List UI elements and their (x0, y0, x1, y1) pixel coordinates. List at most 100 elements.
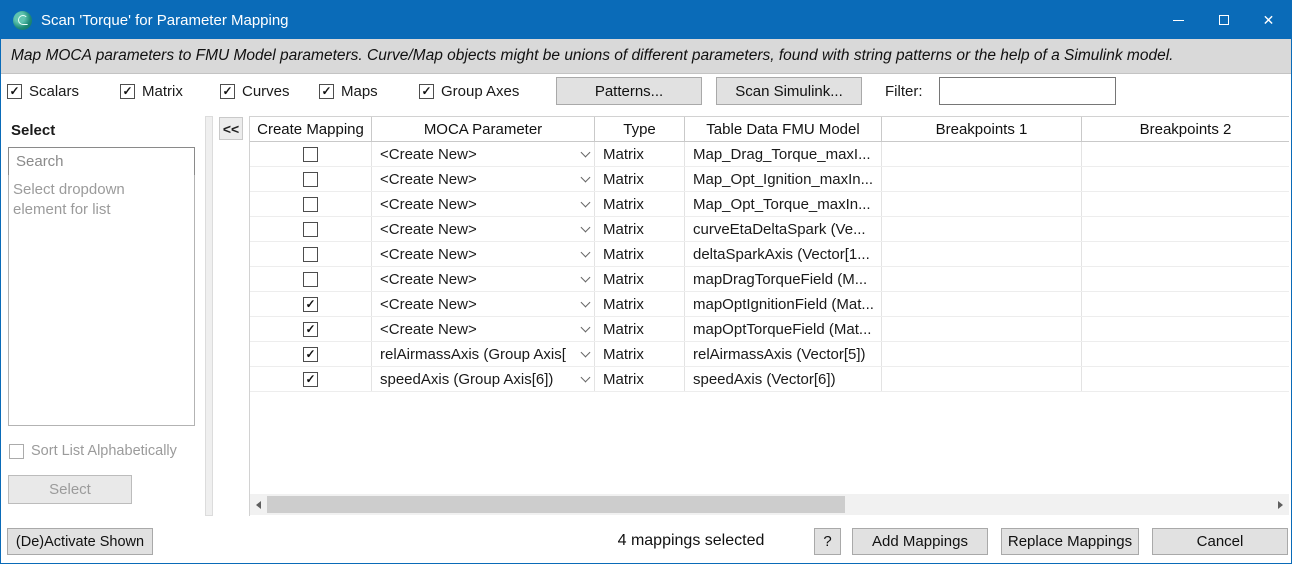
dropdown-chevron-icon[interactable] (581, 298, 591, 308)
maximize-button[interactable] (1201, 1, 1246, 39)
dropdown-chevron-icon[interactable] (581, 273, 591, 283)
moca-parameter-dropdown[interactable]: speedAxis (Group Axis[6]) (372, 367, 595, 391)
table-row: relAirmassAxis (Group Axis[ Matrix relAi… (250, 342, 1289, 367)
breakpoints1-cell[interactable] (882, 217, 1082, 241)
breakpoints1-cell[interactable] (882, 242, 1082, 266)
create-mapping-checkbox[interactable] (303, 147, 318, 162)
group-axes-checkbox[interactable] (419, 84, 434, 99)
breakpoints2-cell[interactable] (1082, 342, 1289, 366)
filter-input[interactable] (939, 77, 1116, 105)
dropdown-chevron-icon[interactable] (581, 348, 591, 358)
select-list[interactable]: Select dropdown element for list (8, 175, 195, 426)
create-mapping-checkbox[interactable] (303, 272, 318, 287)
moca-parameter-dropdown[interactable]: <Create New> (372, 142, 595, 166)
breakpoints1-cell[interactable] (882, 267, 1082, 291)
fmu-model-value: mapOptIgnitionField (Mat... (693, 296, 874, 313)
patterns-button[interactable]: Patterns... (556, 77, 702, 105)
dropdown-chevron-icon[interactable] (581, 198, 591, 208)
breakpoints2-cell[interactable] (1082, 292, 1289, 316)
maps-checkbox-row[interactable]: Maps (319, 83, 378, 100)
breakpoints1-cell[interactable] (882, 342, 1082, 366)
breakpoints1-cell[interactable] (882, 317, 1082, 341)
dropdown-chevron-icon[interactable] (581, 223, 591, 233)
type-value: Matrix (603, 171, 644, 188)
column-header-type[interactable]: Type (595, 117, 685, 141)
scalars-checkbox[interactable] (7, 84, 22, 99)
breakpoints1-cell[interactable] (882, 192, 1082, 216)
cancel-button[interactable]: Cancel (1152, 528, 1288, 555)
fmu-model-value: Map_Drag_Torque_maxI... (693, 146, 871, 163)
create-mapping-checkbox[interactable] (303, 322, 318, 337)
help-button[interactable]: ? (814, 528, 841, 555)
column-header-moca-parameter[interactable]: MOCA Parameter (372, 117, 595, 141)
dropdown-chevron-icon[interactable] (581, 248, 591, 258)
breakpoints1-cell[interactable] (882, 142, 1082, 166)
collapse-panel-button[interactable]: << (219, 117, 243, 140)
create-mapping-cell (250, 267, 372, 291)
moca-parameter-dropdown[interactable]: <Create New> (372, 192, 595, 216)
breakpoints1-cell[interactable] (882, 167, 1082, 191)
type-value: Matrix (603, 246, 644, 263)
maps-checkbox[interactable] (319, 84, 334, 99)
breakpoints2-cell[interactable] (1082, 217, 1289, 241)
fmu-model-cell: mapOptIgnitionField (Mat... (685, 292, 882, 316)
search-input[interactable] (8, 147, 195, 176)
group-axes-checkbox-row[interactable]: Group Axes (419, 83, 519, 100)
dropdown-chevron-icon[interactable] (581, 173, 591, 183)
create-mapping-checkbox[interactable] (303, 197, 318, 212)
deactivate-shown-button[interactable]: (De)Activate Shown (7, 528, 153, 555)
moca-parameter-dropdown[interactable]: <Create New> (372, 242, 595, 266)
replace-mappings-button[interactable]: Replace Mappings (1001, 528, 1139, 555)
create-mapping-checkbox[interactable] (303, 247, 318, 262)
create-mapping-checkbox[interactable] (303, 347, 318, 362)
minimize-button[interactable] (1156, 1, 1201, 39)
breakpoints2-cell[interactable] (1082, 267, 1289, 291)
scan-simulink-button[interactable]: Scan Simulink... (716, 77, 862, 105)
horizontal-scrollbar[interactable] (250, 494, 1289, 515)
column-header-breakpoints-2[interactable]: Breakpoints 2 (1082, 117, 1289, 141)
moca-parameter-dropdown[interactable]: <Create New> (372, 317, 595, 341)
breakpoints2-cell[interactable] (1082, 142, 1289, 166)
scrollbar-thumb[interactable] (267, 496, 845, 513)
breakpoints1-cell[interactable] (882, 292, 1082, 316)
breakpoints2-cell[interactable] (1082, 167, 1289, 191)
column-header-create-mapping[interactable]: Create Mapping (250, 117, 372, 141)
create-mapping-checkbox[interactable] (303, 222, 318, 237)
breakpoints2-cell[interactable] (1082, 242, 1289, 266)
create-mapping-cell (250, 292, 372, 316)
breakpoints2-cell[interactable] (1082, 367, 1289, 391)
dropdown-chevron-icon[interactable] (581, 323, 591, 333)
moca-parameter-dropdown[interactable]: <Create New> (372, 167, 595, 191)
add-mappings-button[interactable]: Add Mappings (852, 528, 988, 555)
window-title: Scan 'Torque' for Parameter Mapping (41, 12, 289, 29)
create-mapping-checkbox[interactable] (303, 172, 318, 187)
dropdown-chevron-icon[interactable] (581, 148, 591, 158)
moca-parameter-dropdown[interactable]: relAirmassAxis (Group Axis[ (372, 342, 595, 366)
moca-parameter-value: <Create New> (380, 271, 578, 288)
create-mapping-checkbox[interactable] (303, 372, 318, 387)
moca-parameter-dropdown[interactable]: <Create New> (372, 217, 595, 241)
matrix-checkbox[interactable] (120, 84, 135, 99)
column-header-table-data-fmu-model[interactable]: Table Data FMU Model (685, 117, 882, 141)
close-button[interactable]: ✕ (1246, 1, 1291, 39)
type-cell: Matrix (595, 242, 685, 266)
scroll-left-button[interactable] (250, 494, 267, 515)
scalars-checkbox-row[interactable]: Scalars (7, 83, 79, 100)
moca-parameter-dropdown[interactable]: <Create New> (372, 292, 595, 316)
select-button[interactable]: Select (8, 475, 132, 504)
scroll-right-button[interactable] (1272, 494, 1289, 515)
column-header-breakpoints-1[interactable]: Breakpoints 1 (882, 117, 1082, 141)
breakpoints2-cell[interactable] (1082, 317, 1289, 341)
type-cell: Matrix (595, 192, 685, 216)
breakpoints1-cell[interactable] (882, 367, 1082, 391)
panel-splitter[interactable] (205, 116, 213, 516)
curves-checkbox-row[interactable]: Curves (220, 83, 290, 100)
table-header: Create Mapping MOCA Parameter Type Table… (250, 117, 1289, 142)
dropdown-chevron-icon[interactable] (581, 373, 591, 383)
sort-alphabetically-checkbox[interactable] (9, 444, 24, 459)
matrix-checkbox-row[interactable]: Matrix (120, 83, 183, 100)
moca-parameter-dropdown[interactable]: <Create New> (372, 267, 595, 291)
breakpoints2-cell[interactable] (1082, 192, 1289, 216)
create-mapping-checkbox[interactable] (303, 297, 318, 312)
curves-checkbox[interactable] (220, 84, 235, 99)
